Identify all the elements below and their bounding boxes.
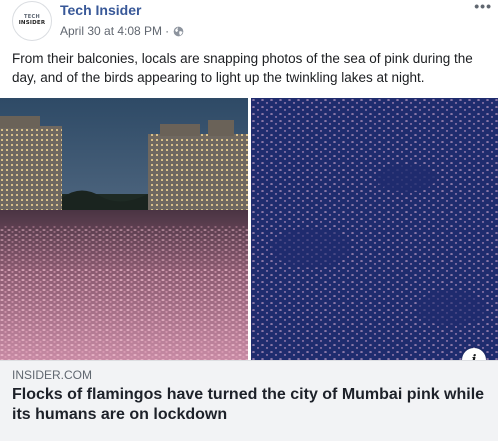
avatar-text-bottom: INSIDER: [18, 20, 46, 27]
link-headline[interactable]: Flocks of flamingos have turned the city…: [12, 385, 488, 425]
link-preview[interactable]: INSIDER.COM Flocks of flamingos have tur…: [0, 360, 498, 441]
facebook-post: TECH INSIDER Tech Insider April 30 at 4:…: [0, 0, 498, 441]
flamingos-lake-dusk-illustration: [0, 98, 248, 360]
post-timestamp[interactable]: April 30 at 4:08 PM: [60, 24, 162, 38]
post-meta: April 30 at 4:08 PM ·: [60, 24, 184, 38]
post-body-text: From their balconies, locals are snappin…: [12, 51, 473, 85]
globe-icon[interactable]: [173, 26, 184, 37]
page-avatar[interactable]: TECH INSIDER: [12, 1, 52, 41]
flamingos-aerial-night-illustration: [251, 98, 498, 360]
link-domain: INSIDER.COM: [12, 368, 93, 382]
post-header: TECH INSIDER Tech Insider April 30 at 4:…: [12, 0, 498, 44]
meta-separator: ·: [165, 24, 170, 38]
post-media[interactable]: i: [0, 98, 498, 372]
flamingos-lake-dusk-photo[interactable]: [0, 98, 248, 360]
page-name-link[interactable]: Tech Insider: [60, 2, 141, 18]
flamingos-aerial-night-photo[interactable]: [251, 98, 498, 360]
more-options-icon[interactable]: •••: [474, 0, 492, 14]
